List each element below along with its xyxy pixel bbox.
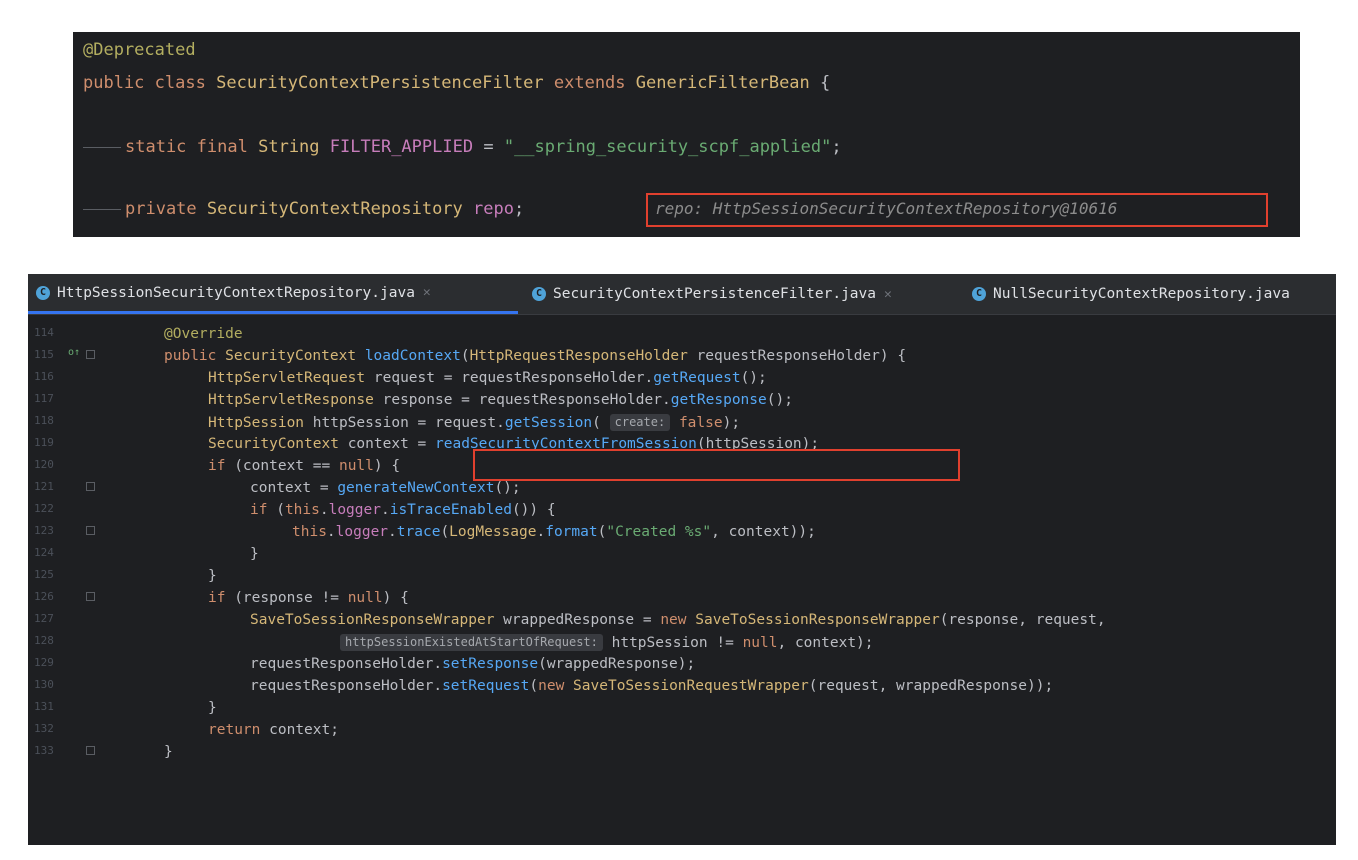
line-number: 131: [34, 700, 54, 713]
line-number: 130: [34, 678, 54, 691]
annotation-deprecated: @Deprecated: [83, 40, 196, 60]
tab-null-repository[interactable]: C NullSecurityContextRepository.java: [964, 274, 1290, 314]
close-icon[interactable]: ✕: [884, 287, 892, 302]
line-number: 116: [34, 370, 54, 383]
code-line: requestResponseHolder.setRequest(new Sav…: [250, 678, 1054, 694]
code-line: SaveToSessionResponseWrapper wrappedResp…: [250, 612, 1106, 628]
code-line: if (context == null) {: [208, 458, 401, 474]
highlight-box-read-context: [473, 449, 960, 481]
line-number: 122: [34, 502, 54, 515]
code-line: HttpServletResponse response = requestRe…: [208, 392, 793, 408]
fold-icon[interactable]: [86, 592, 95, 601]
code-line: if (this.logger.isTraceEnabled()) {: [250, 502, 556, 518]
line-number: 123: [34, 524, 54, 537]
code-line: }: [164, 744, 173, 760]
line-number: 125: [34, 568, 54, 581]
class-declaration: public class SecurityContextPersistenceF…: [83, 73, 831, 93]
code-editor: C HttpSessionSecurityContextRepository.ja…: [28, 274, 1336, 845]
line-number: 117: [34, 392, 54, 405]
code-line: }: [250, 546, 259, 562]
line-number: 120: [34, 458, 54, 471]
tab-httpsession-repository[interactable]: C HttpSessionSecurityContextRepository.ja…: [28, 274, 518, 314]
line-number: 121: [34, 480, 54, 493]
line-number: 124: [34, 546, 54, 559]
parameter-hint: create:: [609, 414, 671, 431]
code-line: if (response != null) {: [208, 590, 409, 606]
line-number: 115: [34, 348, 54, 361]
code-line: this.logger.trace(LogMessage.format("Cre…: [292, 524, 816, 540]
field-repo: private SecurityContextRepository repo;: [83, 199, 524, 219]
line-number: 133: [34, 744, 54, 757]
line-number: 128: [34, 634, 54, 647]
parameter-hint: httpSessionExistedAtStartOfRequest:: [340, 634, 603, 651]
highlight-box-debug-value: [646, 193, 1268, 227]
line-number: 126: [34, 590, 54, 603]
line-number: 119: [34, 436, 54, 449]
line-number: 132: [34, 722, 54, 735]
code-line: @Override: [164, 326, 243, 342]
line-number: 114: [34, 326, 54, 339]
code-line: }: [208, 568, 217, 584]
tab-persistence-filter[interactable]: C SecurityContextPersistenceFilter.java ✕: [524, 274, 892, 314]
override-gutter-icon[interactable]: o↑: [68, 347, 80, 358]
line-number: 118: [34, 414, 54, 427]
code-line: requestResponseHolder.setResponse(wrappe…: [250, 656, 696, 672]
fold-icon[interactable]: [86, 526, 95, 535]
editor-tab-bar: C HttpSessionSecurityContextRepository.ja…: [28, 274, 1336, 315]
code-line: }: [208, 700, 217, 716]
fold-icon[interactable]: [86, 482, 95, 491]
code-line: return context;: [208, 722, 339, 738]
class-file-icon: C: [532, 287, 546, 301]
fold-icon[interactable]: [86, 350, 95, 359]
class-file-icon: C: [36, 285, 50, 300]
code-line: HttpSession httpSession = request.getSes…: [208, 414, 741, 431]
line-number: 127: [34, 612, 54, 625]
fold-icon[interactable]: [86, 746, 95, 755]
field-filter-applied: static final String FILTER_APPLIED = "__…: [83, 137, 842, 157]
indent-guide: [83, 146, 121, 148]
indent-guide: [83, 208, 121, 210]
code-line: HttpServletRequest request = requestResp…: [208, 370, 767, 386]
class-file-icon: C: [972, 287, 986, 301]
line-number: 129: [34, 656, 54, 669]
code-line: public SecurityContext loadContext(HttpR…: [164, 348, 907, 364]
code-snippet-top: @Deprecated public class SecurityContext…: [73, 32, 1300, 237]
code-line: httpSessionExistedAtStartOfRequest: http…: [340, 634, 874, 651]
code-line: context = generateNewContext();: [250, 480, 521, 496]
close-icon[interactable]: ✕: [423, 285, 431, 300]
